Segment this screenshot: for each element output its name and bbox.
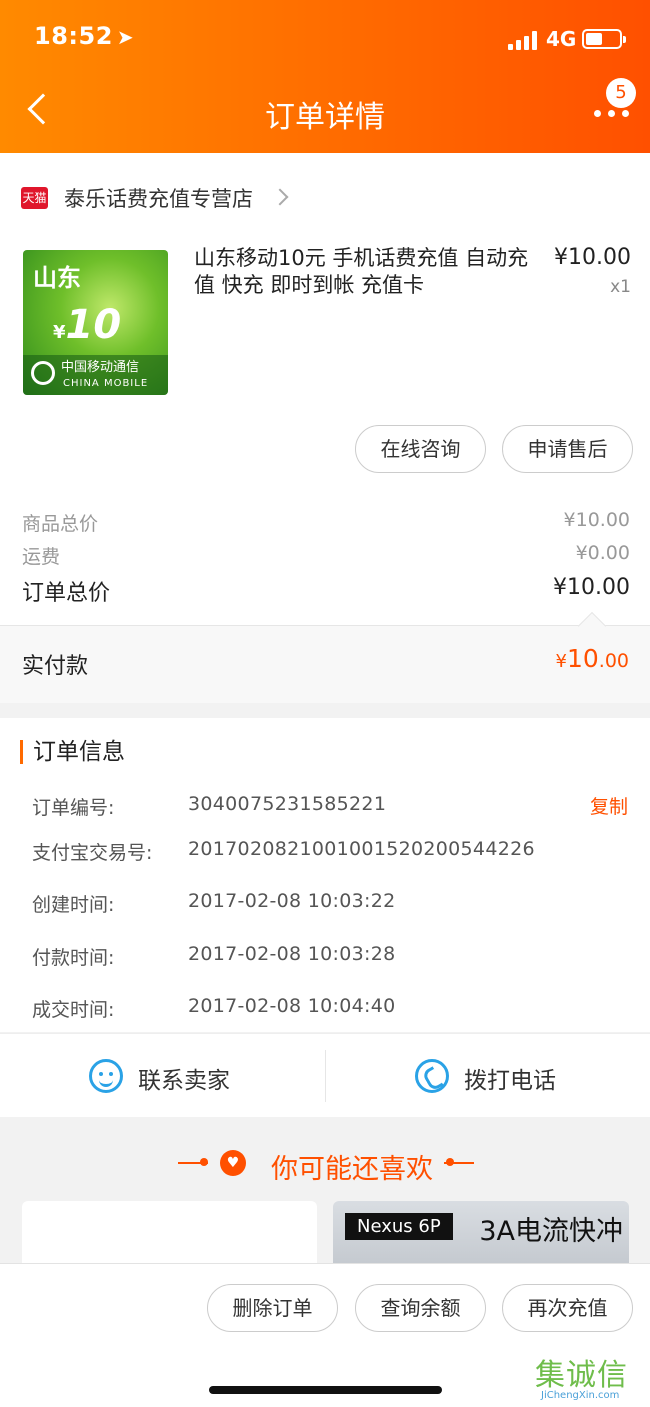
status-time: 18:52 ➤	[34, 22, 135, 50]
order-number-label: 订单编号:	[32, 797, 115, 819]
order-total-row: 订单总价 ¥10.00	[22, 575, 630, 609]
order-card: 天猫 泰乐话费充值专营店 山东 ¥10 中国移动通信 CHINA MOBILE …	[0, 153, 650, 703]
contact-bar: 联系卖家 拨打电话	[0, 1033, 650, 1117]
paid-time-value: 2017-02-08 10:03:28	[188, 943, 396, 965]
home-indicator[interactable]	[209, 1386, 442, 1394]
paid-label: 实付款	[22, 654, 89, 679]
product-image-province: 山东	[33, 264, 81, 292]
shop-name: 泰乐话费充值专营店	[64, 187, 253, 211]
goods-total-label: 商品总价	[22, 513, 99, 535]
network-type: 4G	[546, 27, 577, 51]
online-consult-button[interactable]: 在线咨询	[355, 425, 486, 473]
shipping-value: ¥0.00	[575, 542, 630, 564]
order-info-title: 订单信息	[20, 740, 125, 764]
recommend-section: ♥ 你可能还喜欢 Nexus 6P 3A电流快冲	[0, 1117, 650, 1263]
location-arrow-icon: ➤	[116, 25, 135, 49]
paid-amount-bar: 实付款 ¥10.00	[0, 611, 650, 703]
contact-seller-button[interactable]: 联系卖家	[0, 1034, 325, 1118]
alipay-trade-value: 2017020821001001520200544226	[188, 838, 535, 860]
order-total-label: 订单总价	[22, 581, 111, 606]
created-time-value: 2017-02-08 10:03:22	[188, 890, 396, 912]
shipping-row: 运费 ¥0.00	[22, 542, 630, 572]
order-total-value: ¥10.00	[553, 575, 630, 600]
product-image[interactable]: 山东 ¥10 中国移动通信 CHINA MOBILE	[23, 250, 168, 395]
chevron-right-icon	[271, 188, 289, 206]
deal-time-value: 2017-02-08 10:04:40	[188, 995, 396, 1017]
copy-order-number-button[interactable]: 复制	[590, 792, 628, 819]
tmall-icon: 天猫	[21, 187, 48, 209]
after-sale-button[interactable]: 申请售后	[502, 425, 633, 473]
shipping-label: 运费	[22, 546, 61, 568]
delete-order-button[interactable]: 删除订单	[207, 1284, 338, 1332]
signal-icon	[508, 30, 540, 50]
product-price: ¥10.00	[554, 245, 631, 270]
deal-time-label: 成交时间:	[32, 999, 115, 1021]
goods-total-value: ¥10.00	[563, 509, 630, 531]
shop-row[interactable]: 天猫 泰乐话费充值专营店	[0, 153, 650, 239]
china-mobile-logo-icon	[31, 361, 55, 385]
recommend-card-tag: Nexus 6P	[345, 1213, 453, 1240]
battery-icon	[582, 29, 626, 49]
recommend-card-text: 3A电流快冲	[479, 1216, 623, 1247]
product-image-brand-cn: 中国移动通信	[61, 360, 140, 375]
product-title[interactable]: 山东移动10元 手机话费充值 自动充值 快充 即时到帐 充值卡	[194, 245, 539, 299]
product-quantity: x1	[610, 277, 631, 297]
order-info-section: 订单信息 订单编号: 3040075231585221 复制 支付宝交易号: 2…	[0, 718, 650, 1032]
created-time-label: 创建时间:	[32, 894, 115, 916]
chat-icon	[89, 1059, 123, 1093]
call-phone-label: 拨打电话	[464, 1068, 556, 1094]
product-image-amount: ¥10	[53, 302, 122, 348]
paid-time-label: 付款时间:	[32, 947, 115, 969]
contact-seller-label: 联系卖家	[138, 1068, 230, 1094]
watermark-url: JiChengXin.com	[541, 1390, 620, 1401]
recommend-title: 你可能还喜欢	[271, 1154, 433, 1185]
message-badge: 5	[606, 78, 636, 108]
page-title: 订单详情	[265, 100, 385, 135]
product-image-brand-en: CHINA MOBILE	[63, 378, 149, 389]
goods-total-row: 商品总价 ¥10.00	[22, 509, 630, 539]
phone-icon	[415, 1059, 449, 1093]
recharge-again-button[interactable]: 再次充值	[502, 1284, 633, 1332]
call-phone-button[interactable]: 拨打电话	[325, 1034, 650, 1118]
watermark: 集诚信 JiChengXin.com	[535, 1350, 645, 1405]
recommend-card[interactable]	[22, 1201, 317, 1263]
paid-value: ¥10.00	[555, 644, 629, 673]
alipay-trade-label: 支付宝交易号:	[32, 842, 153, 864]
watermark-text: 集诚信	[535, 1358, 628, 1393]
check-balance-button[interactable]: 查询余额	[355, 1284, 486, 1332]
bottom-action-bar: 删除订单 查询余额 再次充值 集诚信 JiChengXin.com	[0, 1263, 650, 1407]
recommend-card[interactable]: Nexus 6P 3A电流快冲	[333, 1201, 629, 1263]
order-number-value: 3040075231585221	[188, 793, 387, 815]
header-bar: 18:52 ➤ 4G 订单详情 5	[0, 0, 650, 153]
